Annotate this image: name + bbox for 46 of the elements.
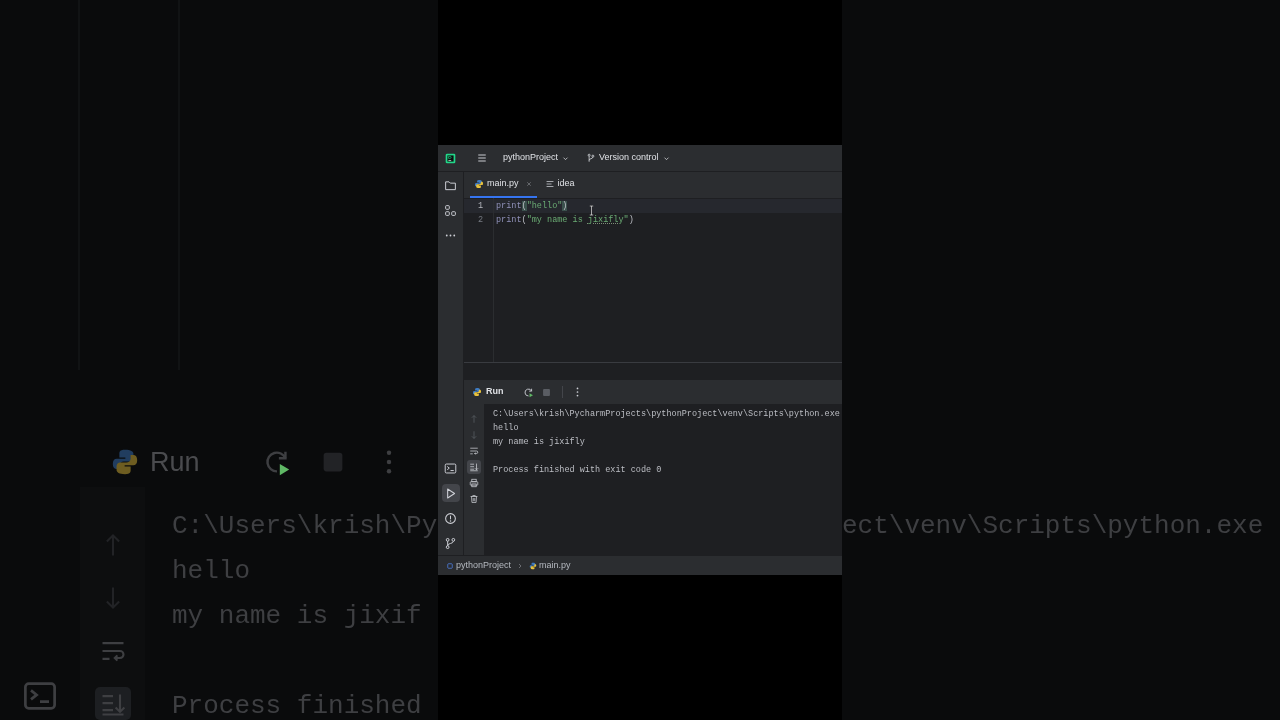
rerun-button[interactable]: [521, 385, 536, 399]
more-icon: [445, 233, 456, 237]
tool-window-title: Run: [486, 385, 504, 399]
line-number: 2: [476, 214, 484, 227]
lines-icon: [544, 179, 555, 189]
tool-window-title: Run: [150, 445, 200, 479]
run-tool-button[interactable]: [441, 484, 460, 502]
branch-icon: [586, 153, 597, 163]
up-arrow-icon: [469, 414, 479, 424]
close-icon: [524, 180, 533, 188]
scroll-to-end-button[interactable]: [467, 460, 481, 474]
file-type-icon: [110, 447, 140, 477]
console-line: C:\Users\krish\PycharmProjects\pythonProject\venv\Scripts\python.exe: [493, 408, 841, 421]
rerun-icon: [523, 386, 534, 398]
print-button[interactable]: [467, 476, 481, 490]
project-name[interactable]: pythonProject: [503, 151, 559, 165]
breadcrumb[interactable]: main.py: [529, 558, 571, 573]
console-line: Process finished with exit code 0: [493, 464, 663, 477]
app-logo-icon: [445, 152, 456, 164]
stop-icon: [541, 386, 552, 398]
file-type-icon: [529, 561, 538, 570]
trash-icon: [469, 494, 479, 504]
version-control-menu[interactable]: Version control: [599, 151, 659, 165]
console-line: my name is jixifly: [493, 436, 586, 449]
more-vertical-icon: [576, 387, 579, 397]
more-vertical-icon: [384, 449, 393, 475]
file-type-icon: [472, 387, 482, 397]
code-line: print("my name is jixifly"): [495, 214, 635, 227]
horizontal-scrollbar[interactable]: [464, 362, 842, 380]
file-type-icon: [474, 179, 484, 189]
module-icon: [446, 561, 454, 570]
breadcrumb[interactable]: pythonProject: [446, 558, 512, 573]
soft-wrap-icon: [469, 446, 479, 456]
squares-icon: [444, 203, 457, 217]
terminal-icon: [444, 461, 457, 475]
menu-icon: [476, 152, 488, 164]
play-icon: [444, 486, 457, 500]
editor-tab[interactable]: idea: [540, 172, 579, 198]
scroll-to-end-icon: [469, 462, 479, 472]
console-line: hello: [493, 422, 520, 435]
folder-icon: [444, 178, 457, 192]
warning-circle-icon: [444, 511, 457, 525]
printer-icon: [469, 478, 479, 488]
git-branch-icon: [444, 536, 457, 550]
down-arrow-icon: [469, 430, 479, 440]
line-number: 1: [464, 199, 493, 213]
